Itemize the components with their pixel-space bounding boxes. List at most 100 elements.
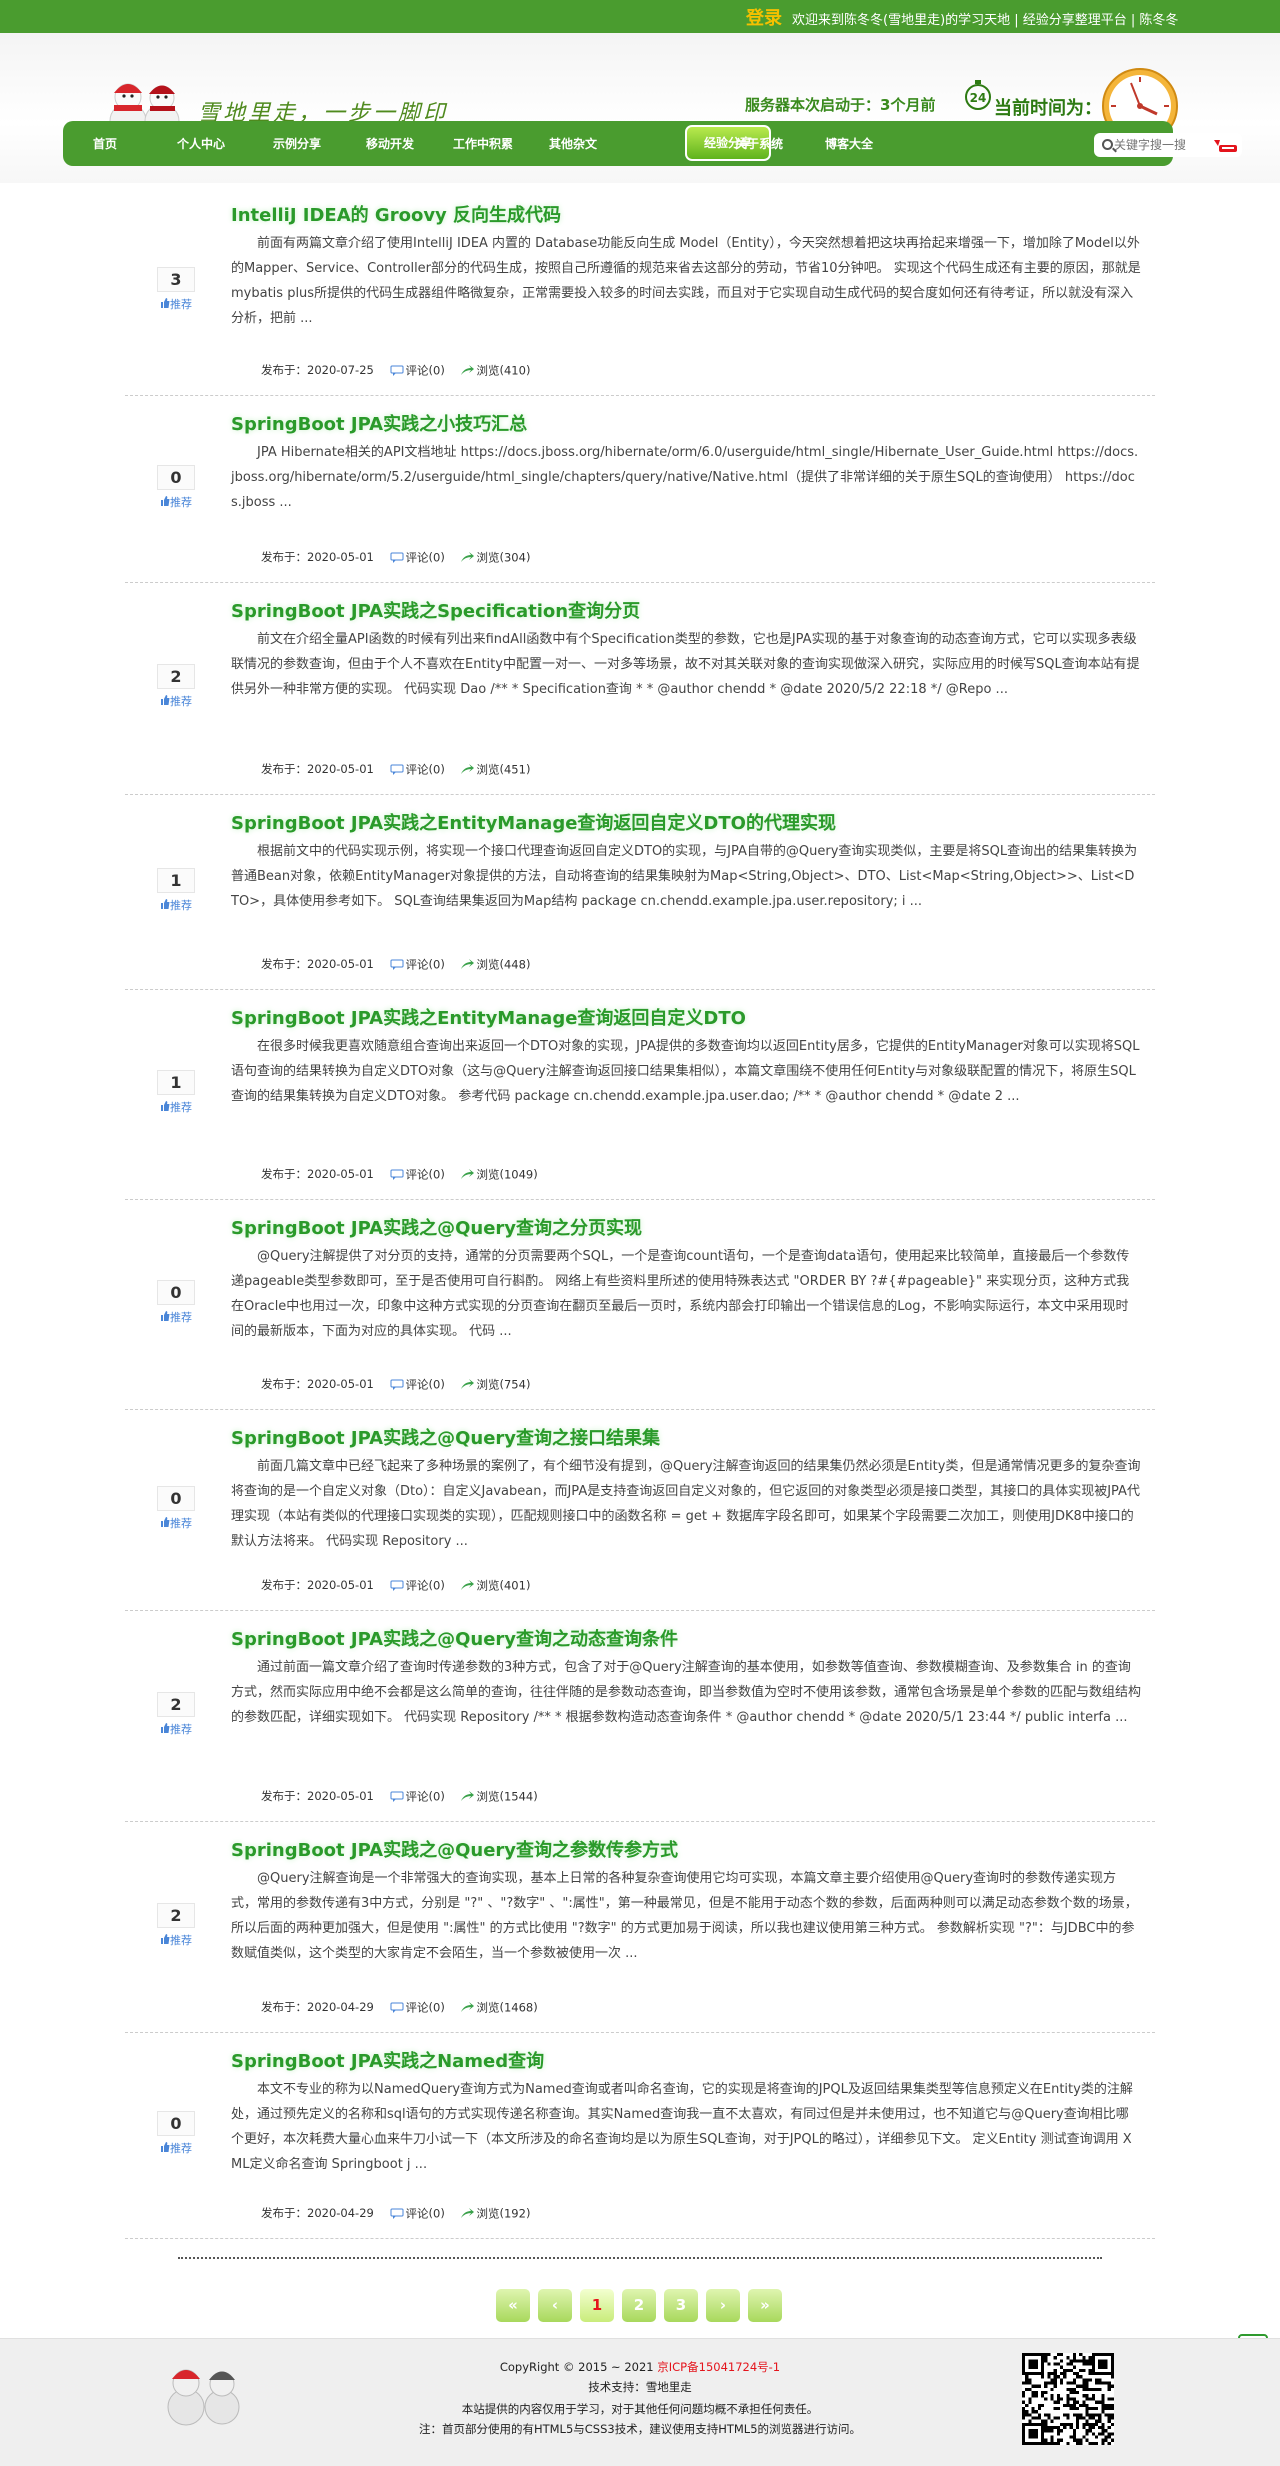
vote-count: 1 (157, 868, 195, 893)
page-2-button[interactable]: 2 (622, 2289, 656, 2322)
article-meta: 发布于：2020-05-01 评论(0) 浏览(1544) (261, 1788, 538, 1804)
views-count: 浏览(304) (476, 549, 531, 565)
vote-count: 0 (157, 465, 195, 490)
recommend-button[interactable]: 推荐 (157, 1515, 195, 1531)
vote-count: 1 (157, 1070, 195, 1095)
nav-item-other-essays[interactable]: 其他杂文 (549, 135, 597, 152)
article-title[interactable]: IntelliJ IDEA的 Groovy 反向生成代码 (231, 201, 561, 227)
comment-link[interactable]: 评论(0) (406, 1377, 445, 1392)
vote-box: 0 推荐 (157, 1486, 195, 1531)
comment-link[interactable]: 评论(0) (406, 957, 445, 972)
search-input[interactable] (1114, 135, 1210, 155)
article-title[interactable]: SpringBoot JPA实践之@Query查询之动态查询条件 (231, 1625, 678, 1651)
search-icon (1102, 139, 1113, 150)
page-1-button[interactable]: 1 (580, 2289, 614, 2322)
icp-link[interactable]: 京ICP备15041724号-1 (657, 2360, 780, 2374)
vote-box: 2 推荐 (157, 664, 195, 709)
nav-item-work-accumulation[interactable]: 工作中积累 (453, 135, 513, 152)
article-meta: 发布于：2020-07-25 评论(0) 浏览(410) (261, 362, 530, 378)
stopwatch-number: 24 (970, 91, 987, 105)
search-submit-icon[interactable] (1210, 136, 1240, 154)
vote-box: 2 推荐 (157, 1692, 195, 1737)
recommend-button[interactable]: 推荐 (157, 2140, 195, 2156)
views-count: 浏览(1468) (476, 1999, 538, 2015)
page-last-button[interactable]: » (748, 2289, 782, 2322)
vote-count: 2 (157, 664, 195, 689)
recommend-button[interactable]: 推荐 (157, 1099, 195, 1115)
article-title[interactable]: SpringBoot JPA实践之@Query查询之参数传参方式 (231, 1836, 678, 1862)
published-label: 发布于： (261, 1578, 307, 1592)
nav-item-home[interactable]: 首页 (93, 135, 117, 152)
comment-icon (390, 2002, 403, 2013)
recommend-button[interactable]: 推荐 (157, 494, 195, 510)
published-date: 2020-05-01 (307, 762, 374, 776)
vote-box: 2 推荐 (157, 1903, 195, 1948)
article-summary: @Query注解查询是一个非常强大的查询实现，基本上日常的各种复杂查询使用它均可… (231, 1871, 1138, 1961)
list-divider (178, 2257, 1102, 2259)
article-title[interactable]: SpringBoot JPA实践之Named查询 (231, 2047, 544, 2073)
nav-item-personal-center[interactable]: 个人中心 (177, 135, 225, 152)
page-3-button[interactable]: 3 (664, 2289, 698, 2322)
login-link[interactable]: 登录 (746, 4, 782, 30)
views-icon (461, 958, 475, 969)
page-first-button[interactable]: « (496, 2289, 530, 2322)
stopwatch-icon: 24 (965, 80, 991, 110)
comment-link[interactable]: 评论(0) (406, 2206, 445, 2221)
recommend-button[interactable]: 推荐 (157, 693, 195, 709)
article-item: 0 推荐 SpringBoot JPA实践之@Query查询之分页实现 @Que… (125, 1200, 1155, 1410)
thumbs-up-icon (161, 1723, 170, 1733)
comment-link[interactable]: 评论(0) (406, 550, 445, 565)
thumbs-up-icon (161, 899, 170, 909)
welcome-text: 欢迎来到陈冬冬(雪地里走)的学习天地 | 经验分享整理平台 | 陈冬冬 (792, 13, 1179, 28)
comment-icon (390, 764, 403, 775)
comment-link[interactable]: 评论(0) (406, 1578, 445, 1593)
comment-link[interactable]: 评论(0) (406, 762, 445, 777)
comment-link[interactable]: 评论(0) (406, 363, 445, 378)
thumbs-up-icon (161, 695, 170, 705)
article-item: 2 推荐 SpringBoot JPA实践之@Query查询之动态查询条件 通过… (125, 1611, 1155, 1822)
views-icon (461, 2001, 475, 2012)
page-next-button[interactable]: › (706, 2289, 740, 2322)
comment-icon (390, 1580, 403, 1591)
nav-item-blog-collection[interactable]: 博客大全 (825, 135, 873, 152)
views-count: 浏览(192) (476, 2205, 531, 2221)
article-item: 3 推荐 IntelliJ IDEA的 Groovy 反向生成代码 前面有两篇文… (125, 187, 1155, 396)
vote-count: 0 (157, 2111, 195, 2136)
nav-item-mobile-dev[interactable]: 移动开发 (366, 135, 414, 152)
published-label: 发布于： (261, 363, 307, 377)
thumbs-up-icon (161, 496, 170, 506)
vote-box: 0 推荐 (157, 1280, 195, 1325)
views-count: 浏览(754) (476, 1376, 531, 1392)
article-title[interactable]: SpringBoot JPA实践之小技巧汇总 (231, 410, 527, 436)
vote-box: 1 推荐 (157, 868, 195, 913)
recommend-button[interactable]: 推荐 (157, 1932, 195, 1948)
article-title[interactable]: SpringBoot JPA实践之@Query查询之接口结果集 (231, 1424, 660, 1450)
recommend-button[interactable]: 推荐 (157, 1309, 195, 1325)
article-meta: 发布于：2020-05-01 评论(0) 浏览(401) (261, 1577, 530, 1593)
article-item: 2 推荐 SpringBoot JPA实践之Specification查询分页 … (125, 583, 1155, 795)
nav-item-example-share[interactable]: 示例分享 (273, 135, 321, 152)
views-count: 浏览(1049) (476, 1166, 538, 1182)
article-title[interactable]: SpringBoot JPA实践之@Query查询之分页实现 (231, 1214, 642, 1240)
current-time-label: 当前时间为： (994, 98, 1102, 119)
published-date: 2020-05-01 (307, 1167, 374, 1181)
article-title[interactable]: SpringBoot JPA实践之EntityManage查询返回自定义DTO (231, 1004, 746, 1030)
recommend-button[interactable]: 推荐 (157, 296, 195, 312)
comment-link[interactable]: 评论(0) (406, 1789, 445, 1804)
recommend-button[interactable]: 推荐 (157, 897, 195, 913)
vote-count: 3 (157, 267, 195, 292)
recommend-button[interactable]: 推荐 (157, 1721, 195, 1737)
thumbs-up-icon (161, 1517, 170, 1527)
published-label: 发布于： (261, 1789, 307, 1803)
article-title[interactable]: SpringBoot JPA实践之EntityManage查询返回自定义DTO的… (231, 809, 836, 835)
comment-link[interactable]: 评论(0) (406, 2000, 445, 2015)
page-prev-button[interactable]: ‹ (538, 2289, 572, 2322)
article-summary: 本文不专业的称为以NamedQuery查询方式为Named查询或者叫命名查询，它… (231, 2082, 1133, 2172)
published-label: 发布于： (261, 1377, 307, 1391)
nav-item-about-system[interactable]: 关于系统 (735, 135, 783, 152)
comment-link[interactable]: 评论(0) (406, 1167, 445, 1182)
views-count: 浏览(451) (476, 761, 531, 777)
published-label: 发布于： (261, 2000, 307, 2014)
thumbs-up-icon (161, 1101, 170, 1111)
article-title[interactable]: SpringBoot JPA实践之Specification查询分页 (231, 597, 640, 623)
